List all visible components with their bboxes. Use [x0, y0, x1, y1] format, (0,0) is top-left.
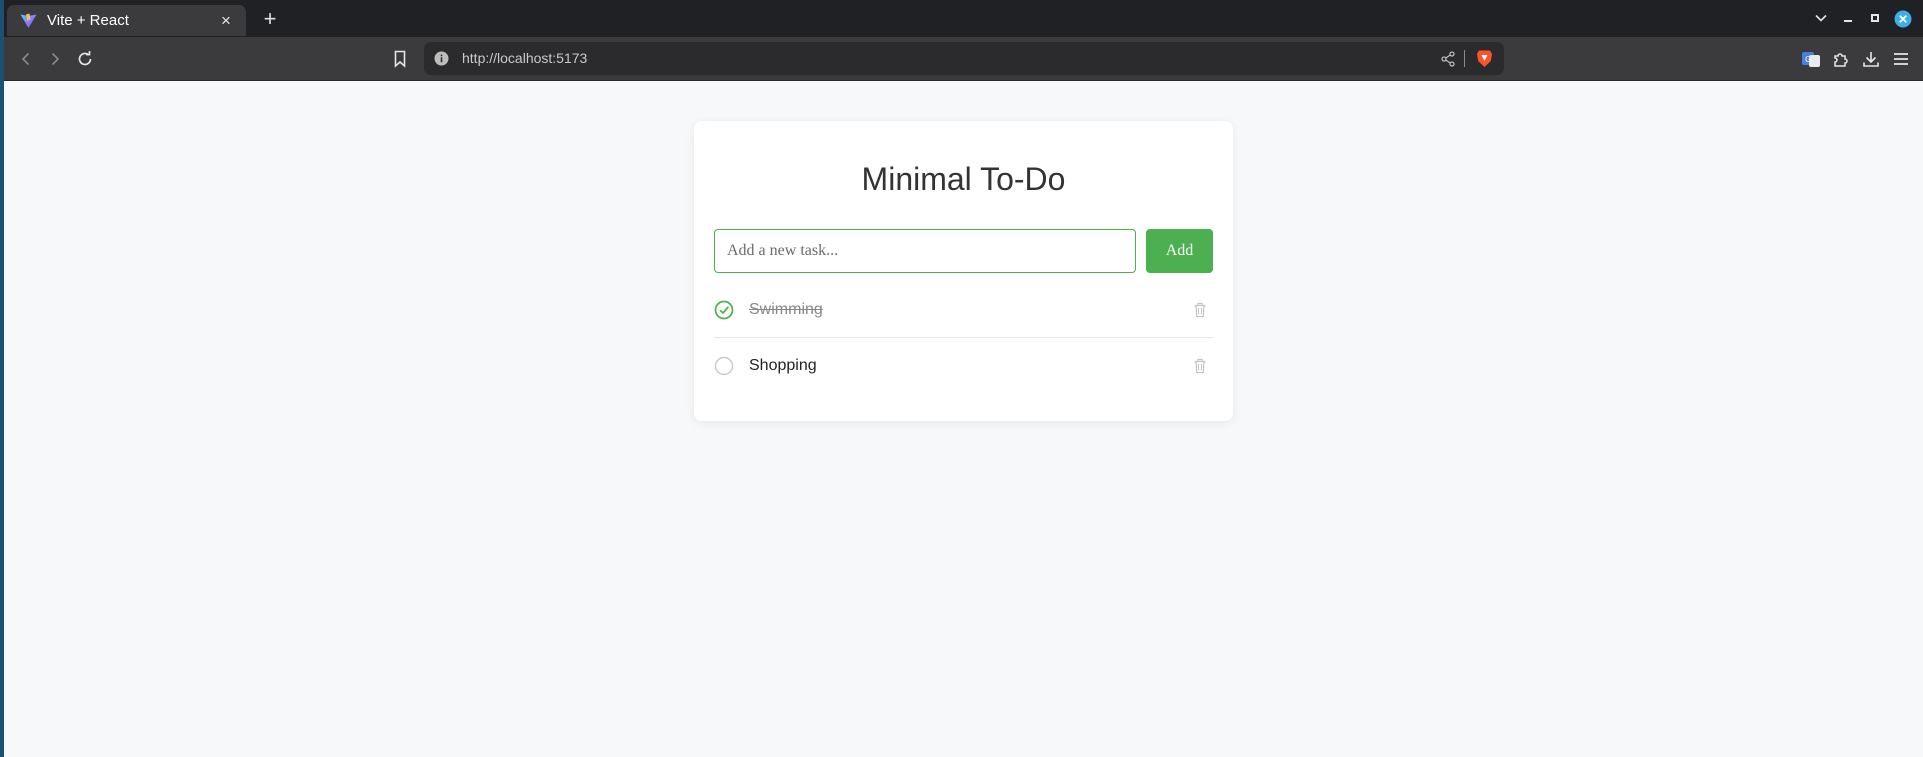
task-label: Swimming: [749, 301, 823, 318]
tab-strip: Vite + React × +: [0, 0, 1923, 37]
desktop-edge: [0, 0, 4, 757]
close-tab-icon[interactable]: ×: [218, 12, 234, 29]
minimize-icon[interactable]: [1839, 9, 1857, 27]
tab-vite-react[interactable]: Vite + React ×: [7, 5, 246, 36]
task-label: Shopping: [749, 356, 817, 374]
check-circle-icon[interactable]: [714, 300, 734, 320]
close-window-icon[interactable]: [1893, 9, 1913, 29]
todo-item-shopping: Shopping: [714, 338, 1213, 393]
puzzle-icon[interactable]: [1829, 47, 1853, 71]
todo-list: Swimming Shopping: [714, 283, 1213, 393]
translate-icon[interactable]: G: [1799, 47, 1823, 71]
address-bar-divider: [1464, 50, 1465, 67]
share-icon[interactable]: [1440, 51, 1456, 72]
brave-shield-icon[interactable]: [1476, 49, 1493, 73]
address-bar[interactable]: http://localhost:5173: [424, 42, 1504, 75]
page-title: Minimal To-Do: [861, 161, 1066, 197]
download-icon[interactable]: [1859, 47, 1883, 71]
todo-card: Minimal To-Do Add Swimming Shopping: [694, 121, 1233, 421]
hamburger-menu-icon[interactable]: [1889, 47, 1913, 71]
trash-icon[interactable]: [1191, 301, 1209, 319]
tab-list-chevron-icon[interactable]: [1812, 9, 1830, 27]
todo-item-swimming: Swimming: [714, 283, 1213, 338]
reload-icon[interactable]: [73, 47, 97, 71]
vite-logo-icon: [20, 12, 37, 29]
new-task-input[interactable]: [714, 229, 1136, 273]
tab-title: Vite + React: [47, 12, 129, 29]
browser-toolbar: http://localhost:5173 G: [0, 37, 1923, 81]
new-tab-button[interactable]: +: [260, 8, 280, 30]
svg-text:G: G: [1805, 55, 1811, 64]
back-arrow-icon[interactable]: [14, 47, 38, 71]
trash-icon[interactable]: [1191, 357, 1209, 375]
forward-arrow-icon[interactable]: [43, 47, 67, 71]
add-task-button[interactable]: Add: [1146, 229, 1213, 273]
maximize-icon[interactable]: [1866, 9, 1884, 27]
url-text[interactable]: http://localhost:5173: [462, 50, 587, 66]
empty-circle-icon[interactable]: [714, 356, 734, 376]
bookmark-icon[interactable]: [388, 47, 412, 71]
info-icon[interactable]: [434, 51, 449, 71]
